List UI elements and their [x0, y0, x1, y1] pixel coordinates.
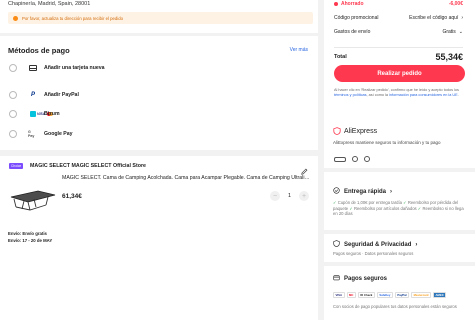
saved-label: Ahorrado [341, 1, 364, 7]
product-image[interactable] [8, 181, 58, 213]
payment-option-bizum[interactable]: Bizum [9, 110, 60, 118]
saved-value: -6,00€ [448, 1, 463, 7]
visa-logo: VISA [333, 292, 345, 298]
truck-icon [333, 187, 340, 196]
increase-button[interactable]: + [299, 191, 310, 201]
bizum-icon [28, 111, 38, 117]
payment-option-paypal[interactable]: P Añadir PayPal [9, 91, 79, 99]
mastercard-securecode-logo: Mastercard [411, 292, 432, 298]
total-value: 55,34€ [435, 52, 463, 62]
address-card: Chapinería, Madrid, Spain, 28001 Por fav… [0, 0, 318, 33]
promo-input[interactable]: Escribe el código aquí [409, 15, 458, 21]
promo-row[interactable]: Código promocional Escribe el código aqu… [334, 15, 463, 21]
quantity-value: 1 [288, 193, 292, 199]
see-more-link[interactable]: Ver más [290, 47, 308, 53]
payment-option-label: Añadir una tarjeta nueva [44, 65, 105, 71]
payment-logos: VISA MC ID Check SafeKey PayPal Masterca… [333, 292, 447, 298]
trust-card: AliExpress AliExpress mantiene seguros t… [324, 124, 475, 320]
privacy-title[interactable]: Seguridad & Privacidad › [333, 240, 417, 249]
shipping-address: Chapinería, Madrid, Spain, 28001 [8, 1, 91, 7]
address-warning[interactable]: Por favor, actualiza tu dirección para r… [8, 12, 313, 24]
chevron-down-icon: ⌄ [458, 29, 463, 35]
saved-icon [334, 2, 338, 6]
legal-notice: Al hacer clic en 'Realizar pedido', conf… [334, 88, 467, 98]
quantity-stepper: − 1 + [270, 191, 310, 201]
fast-delivery-details: ✓ Cupón de 1,00€ por entrega tardía ✓ Re… [333, 200, 464, 217]
payment-option-label: Añadir PayPal [44, 92, 79, 98]
radio-button[interactable] [9, 110, 17, 118]
privacy-body: Pagos seguros · Datos personales seguros [333, 251, 414, 256]
total-row: Total 55,34€ [334, 52, 463, 62]
secure-payments-label: Pagos seguros [344, 275, 388, 282]
product-title[interactable]: MAGIC SELECT. Cama de Camping Acolchada.… [62, 175, 310, 181]
security-badge-icon [364, 156, 370, 162]
chevron-right-icon: › [461, 15, 463, 21]
benefit-item: Cupón de 1,00€ por entrega tardía [337, 200, 402, 205]
terms-link[interactable]: términos y políticas [334, 93, 367, 97]
legal-text: , así como la [366, 93, 390, 97]
google-pay-icon: G Pay [28, 130, 35, 138]
shipping-value: Gratis [442, 29, 456, 35]
paypal-logo: PayPal [394, 292, 410, 298]
total-label: Total [334, 54, 347, 60]
legal-text: . [457, 93, 459, 97]
chevron-right-icon: › [415, 241, 418, 248]
secure-payments-title: Pagos seguros [333, 274, 387, 283]
credit-card-icon [28, 65, 38, 71]
security-badge-icon [334, 156, 346, 162]
legal-text: Al hacer clic en 'Realizar pedido', conf… [334, 88, 459, 92]
shipping-info: Envío: Envío gratis Envío: 17 - 20 de MA… [8, 231, 52, 244]
fast-delivery-title[interactable]: Entrega rápida › [333, 187, 392, 196]
aliexpress-logo: AliExpress [333, 127, 377, 135]
shipping-label: Gastos de envío [334, 29, 371, 35]
safekey-logo: SafeKey [376, 292, 393, 298]
shipping-date: Envío: 17 - 20 de MAY [8, 237, 53, 243]
aliexpress-brand: AliExpress [344, 127, 378, 135]
shield-icon [333, 127, 341, 135]
divider [324, 168, 475, 172]
product-price: 61,34€ [62, 193, 82, 200]
secure-payments-body: Con socios de pago populares tus datos p… [333, 304, 457, 309]
store-name[interactable]: MAGIC SELECT MAGIC SELECT Official Store [30, 163, 146, 169]
order-summary: Ahorrado -6,00€ Código promocional Escri… [324, 0, 475, 141]
trust-text: AliExpress mantiene seguros tu informaci… [333, 140, 441, 145]
warning-icon [13, 15, 18, 21]
id-check-logo: ID Check [357, 292, 375, 298]
fast-delivery-label: Entrega rápida [344, 188, 387, 195]
place-order-button[interactable]: Realizar pedido [334, 65, 465, 82]
eu-info-link[interactable]: información para consumidores en la UE [389, 93, 458, 97]
radio-button[interactable] [9, 130, 17, 138]
address-warning-text: Por favor, actualiza tu dirección para r… [22, 15, 124, 21]
radio-button[interactable] [9, 91, 17, 99]
privacy-label: Seguridad & Privacidad [344, 241, 412, 248]
payment-methods-title: Métodos de pago [8, 46, 70, 55]
promo-label: Código promocional [334, 15, 379, 21]
chevron-right-icon: › [390, 188, 393, 195]
divider [324, 230, 475, 234]
divider [324, 262, 475, 266]
security-badges [334, 156, 370, 162]
payment-option-google-pay[interactable]: G Pay Google Pay [9, 130, 73, 138]
payment-option-card[interactable]: Añadir una tarjeta nueva [9, 64, 105, 72]
divider [334, 47, 463, 48]
security-badge-icon [352, 156, 358, 162]
radio-button[interactable] [9, 64, 17, 72]
decrease-button[interactable]: − [270, 191, 280, 201]
payment-methods-card: Métodos de pago Ver más Añadir una tarje… [0, 36, 318, 150]
saved-row: Ahorrado -6,00€ [334, 1, 463, 7]
wallet-icon [333, 274, 340, 283]
benefit-item: Reembolso por artículos dañados [354, 205, 417, 211]
payment-option-label: Bizum [44, 111, 60, 117]
shipping-cost: Envío: Envío gratis [8, 231, 47, 236]
mastercard-logo: MC [346, 292, 356, 298]
payment-option-label: Google Pay [44, 131, 73, 137]
amex-logo: AMEX [433, 292, 447, 298]
choice-badge: Choice [9, 163, 24, 169]
paypal-icon: P [30, 92, 35, 98]
store-card: Choice MAGIC SELECT MAGIC SELECT Officia… [0, 156, 318, 320]
shipping-row[interactable]: Gastos de envío Gratis ⌄ [334, 29, 463, 35]
lock-icon [333, 240, 340, 249]
